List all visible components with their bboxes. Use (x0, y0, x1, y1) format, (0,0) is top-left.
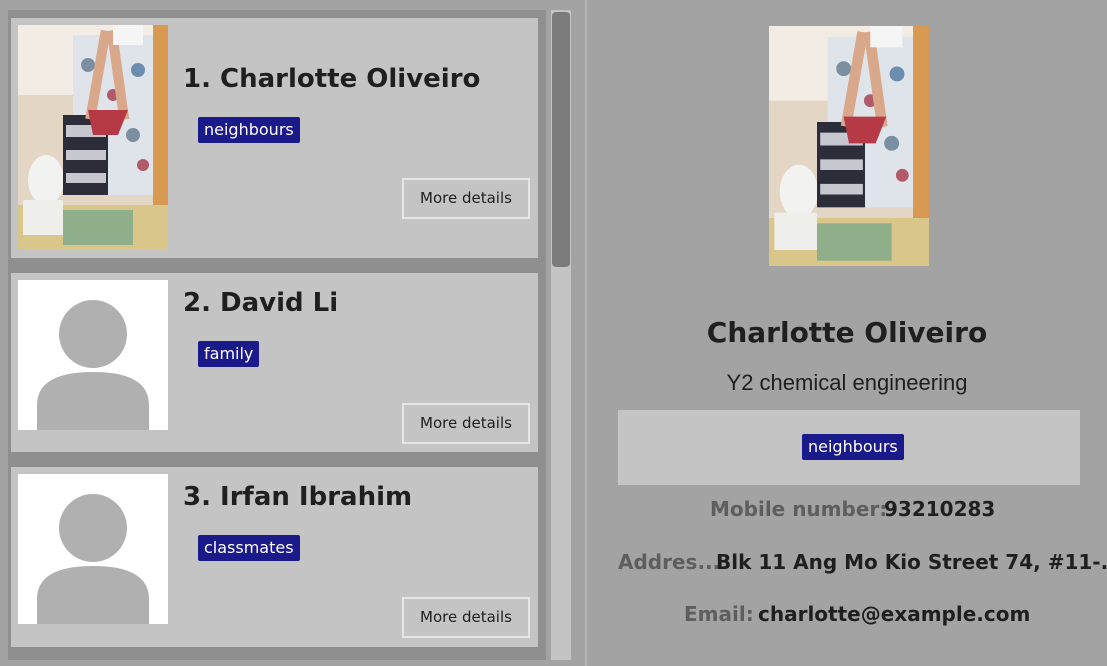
contact-tag: neighbours (198, 117, 300, 143)
more-details-button[interactable]: More details (402, 178, 530, 219)
detail-tag: neighbours (802, 434, 904, 460)
mobile-label: Mobile number: (710, 497, 888, 521)
contact-photo (18, 474, 168, 624)
contact-card[interactable]: 1. Charlotte Oliveiro neighbours More de… (11, 18, 538, 258)
detail-name: Charlotte Oliveiro (706, 316, 988, 349)
contact-photo (18, 25, 168, 250)
contact-tag: classmates (198, 535, 300, 561)
address-value: Blk 11 Ang Mo Kio Street 74, #11-... (716, 550, 1107, 574)
contact-name: 3. Irfan Ibrahim (183, 482, 413, 512)
detail-photo (769, 26, 929, 266)
detail-tags-panel: neighbours (618, 410, 1080, 485)
contact-name: 1. Charlotte Oliveiro (183, 64, 481, 94)
contact-list-pane: 1. Charlotte Oliveiro neighbours More de… (0, 0, 585, 666)
contact-photo (18, 280, 168, 430)
more-details-button[interactable]: More details (402, 403, 530, 444)
email-value: charlotte@example.com (758, 602, 1031, 626)
contact-card[interactable]: 2. David Li family More details (11, 273, 538, 452)
mobile-value: 93210283 (884, 497, 996, 521)
contact-name: 2. David Li (183, 288, 339, 318)
address-label: Addres... (618, 550, 721, 574)
person-silhouette-icon (18, 474, 168, 624)
scrollbar-thumb[interactable] (552, 12, 570, 267)
email-label: Email: (684, 602, 754, 626)
more-details-button[interactable]: More details (402, 597, 530, 638)
detail-subtitle: Y2 chemical engineering (726, 370, 968, 395)
contact-tag: family (198, 341, 260, 367)
person-silhouette-icon (18, 280, 168, 430)
contact-list[interactable]: 1. Charlotte Oliveiro neighbours More de… (8, 10, 546, 660)
contact-detail-pane: Charlotte Oliveiro Y2 chemical engineeri… (587, 0, 1107, 666)
contact-card[interactable]: 3. Irfan Ibrahim classmates More details (11, 467, 538, 647)
